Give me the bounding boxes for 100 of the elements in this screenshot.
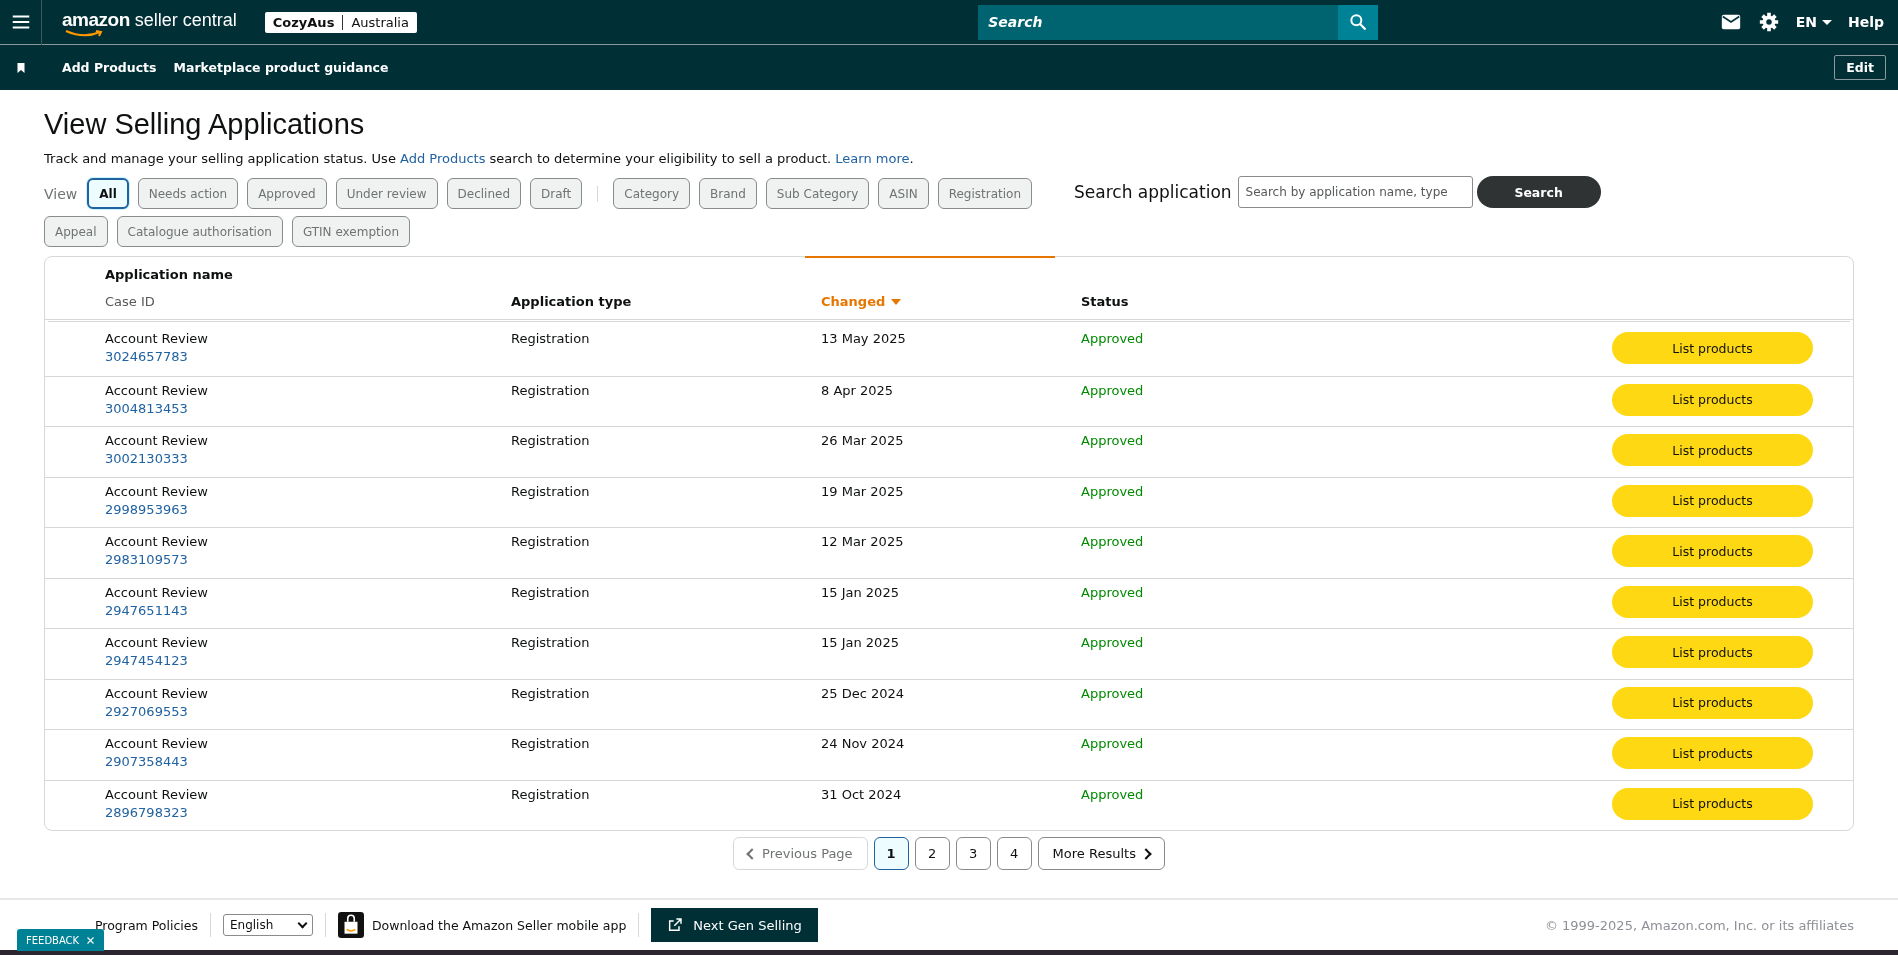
status-text: Approved (1081, 382, 1144, 398)
table-cell: Registration (511, 685, 590, 701)
filter-chip[interactable]: GTIN exemption (291, 216, 410, 247)
close-icon[interactable] (86, 935, 96, 945)
table-cell: Registration (511, 736, 590, 751)
list-products-button[interactable]: List products (1612, 535, 1813, 567)
nav-link[interactable]: Marketplace product guidance (173, 60, 389, 75)
table-cell: 26 Mar 2025 (821, 433, 904, 448)
page-button[interactable]: 4 (996, 837, 1032, 870)
column-header[interactable]: Case ID (105, 294, 495, 309)
column-header[interactable]: Application name (105, 267, 233, 282)
status-text: Approved (1081, 736, 1144, 751)
case-id-link[interactable]: 3024657783 (105, 349, 188, 364)
description: Track and manage your selling application status. Use Add Products search to determine your eligibility to sell a product. Learn more. (44, 151, 915, 166)
page-title: View Selling Applications (44, 108, 366, 141)
table-cell-text: Account Review (105, 685, 209, 701)
list-products-button[interactable]: List products (1612, 383, 1813, 416)
filter-chip[interactable]: Approved (247, 178, 327, 209)
settings-icon[interactable] (1757, 11, 1780, 33)
link[interactable]: Add Products (400, 151, 486, 166)
filter-chip[interactable]: ASIN (878, 178, 929, 209)
list-products-button[interactable]: List products (1612, 737, 1813, 769)
logo[interactable]: amazon seller central (62, 8, 237, 40)
case-id-link[interactable]: 2998953963 (105, 501, 188, 517)
store-switcher[interactable]: CozyAus Australia (264, 11, 417, 33)
table-cell: 15 Jan 2025 (821, 635, 899, 650)
filter-chip[interactable]: Brand (699, 178, 757, 209)
table-cell: Registration (511, 433, 590, 448)
table-cell: 8 Apr 2025 (821, 382, 894, 398)
page-button[interactable]: 3 (955, 837, 991, 870)
status-text: Approved (1081, 685, 1144, 701)
list-products-button[interactable]: List products (1612, 484, 1813, 517)
list-products-button[interactable]: List products (1612, 636, 1813, 668)
table-cell-text: Account Review (105, 736, 209, 751)
page-button[interactable]: 2 (914, 837, 950, 870)
search-icon[interactable] (1348, 12, 1369, 32)
status-text: Approved (1081, 483, 1144, 499)
list-products-button[interactable]: List products (1612, 434, 1813, 466)
table-cell: Registration (511, 786, 590, 802)
search-button[interactable] (1338, 4, 1379, 40)
column-header[interactable]: Status (1081, 294, 1129, 309)
table-cell: Registration (511, 635, 590, 650)
table-cell: Registration (511, 483, 590, 499)
case-id-link[interactable]: 2907358443 (105, 754, 188, 769)
help-link[interactable]: Help (1847, 14, 1884, 30)
page-button[interactable]: 1 (873, 837, 909, 870)
table-cell-text: Account Review (105, 433, 209, 448)
status-text: Approved (1081, 584, 1144, 600)
list-products-button[interactable]: List products (1612, 585, 1813, 618)
status-text: Approved (1081, 635, 1144, 650)
case-id-link[interactable]: 3002130333 (105, 451, 188, 466)
filter-chip[interactable]: Declined (446, 178, 521, 209)
app-download-link[interactable]: Download the Amazon Seller mobile app (337, 910, 627, 940)
list-products-button[interactable]: List products (1612, 332, 1813, 364)
table-cell: 12 Mar 2025 (821, 534, 904, 549)
table-cell-text: Account Review (105, 483, 209, 499)
column-header[interactable]: Application type (511, 294, 632, 309)
table-cell: Registration (511, 534, 590, 549)
bookmark-icon[interactable] (15, 60, 27, 75)
more-results-button[interactable]: More Results (1037, 837, 1165, 870)
table-cell-text: Account Review (105, 635, 209, 650)
filter-chip[interactable]: Category (613, 178, 691, 209)
feedback-tab[interactable]: FEEDBACK (17, 929, 105, 951)
table-cell: 31 Oct 2024 (821, 786, 902, 802)
list-products-button[interactable]: List products (1612, 686, 1813, 719)
link[interactable]: Learn more (835, 151, 910, 166)
filter-chip[interactable]: All (87, 178, 129, 209)
edit-button[interactable]: Edit (1834, 55, 1886, 80)
next-gen-selling-button[interactable]: Next Gen Selling (651, 908, 818, 942)
filter-chip[interactable]: Draft (530, 178, 583, 209)
case-id-link[interactable]: 2927069553 (105, 703, 188, 719)
status-text: Approved (1081, 433, 1144, 448)
filter-chip[interactable]: Registration (937, 178, 1033, 209)
filter-chip[interactable]: Appeal (44, 216, 108, 247)
case-id-link[interactable]: 2896798323 (105, 804, 188, 820)
case-id-link[interactable]: 2983109573 (105, 552, 188, 567)
language-select[interactable]: English (222, 914, 313, 936)
list-products-button[interactable]: List products (1612, 787, 1813, 820)
table-cell: Registration (511, 331, 590, 346)
filter-chip[interactable]: Under review (335, 178, 438, 209)
table-cell: 15 Jan 2025 (821, 584, 899, 600)
search-field[interactable]: Search (978, 4, 1339, 40)
table-cell-text: Account Review (105, 786, 209, 802)
table-cell: 13 May 2025 (821, 331, 906, 346)
filter-chip[interactable]: Sub Category (765, 178, 870, 209)
language-menu[interactable]: EN (1795, 14, 1832, 30)
search-field[interactable]: Search by application name, type (1237, 176, 1473, 208)
table-cell-text: Account Review (105, 534, 209, 549)
status-text: Approved (1081, 786, 1144, 802)
nav-link[interactable]: Add Products (62, 60, 157, 75)
search-button[interactable]: Search (1476, 176, 1601, 208)
table-cell: Registration (511, 584, 590, 600)
table-cell-text: Account Review (105, 584, 209, 600)
status-text: Approved (1081, 331, 1144, 346)
case-id-link[interactable]: 3004813453 (105, 400, 188, 416)
filter-chip[interactable]: Catalogue authorisation (116, 216, 283, 247)
case-id-link[interactable]: 2947454123 (105, 653, 188, 668)
filter-chip[interactable]: Needs action (137, 178, 239, 209)
search-label: Search application (1074, 182, 1232, 202)
case-id-link[interactable]: 2947651143 (105, 602, 188, 618)
